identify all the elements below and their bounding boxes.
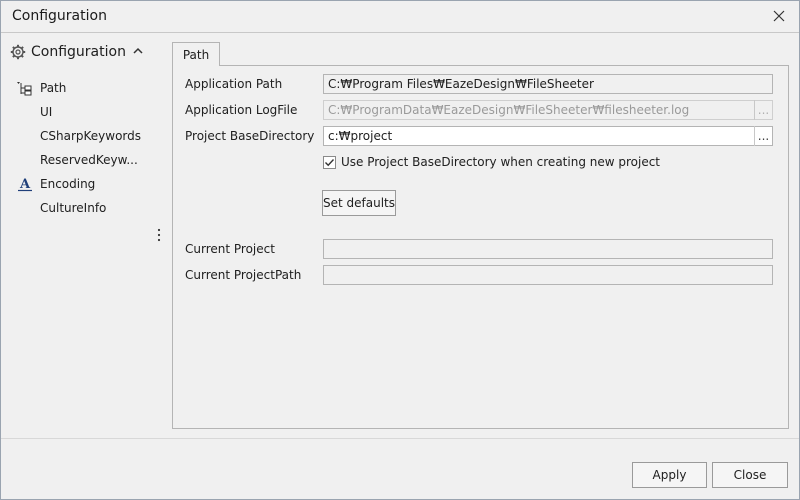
- sidebar-item-label: Path: [40, 81, 67, 95]
- chevron-up-icon[interactable]: [131, 44, 145, 58]
- sidebar-item-path[interactable]: Path: [15, 78, 155, 98]
- footer-separator: [1, 438, 799, 439]
- sidebar-item-cultureinfo[interactable]: CultureInfo: [15, 198, 155, 218]
- sidebar-header-label: Configuration: [31, 44, 126, 60]
- more-vertical-icon[interactable]: [156, 227, 162, 243]
- application-logfile-label: Application LogFile: [185, 103, 298, 117]
- current-projectpath-field[interactable]: [323, 265, 773, 285]
- title-bar: Configuration: [1, 1, 799, 32]
- checkmark-icon: [325, 158, 335, 166]
- close-button[interactable]: Close: [712, 462, 788, 488]
- window-title: Configuration: [12, 8, 107, 24]
- sidebar-item-label: UI: [40, 105, 53, 119]
- sidebar-item-label: Encoding: [40, 177, 96, 191]
- svg-text:A: A: [19, 177, 31, 192]
- sidebar-item-label: ReservedKeyw...: [40, 153, 138, 167]
- sidebar-group-header[interactable]: Configuration: [10, 42, 155, 62]
- sidebar-item-ui[interactable]: UI: [15, 102, 155, 122]
- gear-icon: [10, 44, 26, 60]
- sidebar-item-encoding[interactable]: A Encoding: [15, 174, 155, 194]
- checkbox-box[interactable]: [323, 155, 336, 169]
- set-defaults-button[interactable]: Set defaults: [322, 190, 396, 216]
- application-logfile-browse-button[interactable]: ...: [754, 100, 772, 120]
- use-basedirectory-label: Use Project BaseDirectory when creating …: [341, 155, 661, 169]
- current-project-label: Current Project: [185, 242, 275, 256]
- sidebar-item-label: CultureInfo: [40, 201, 107, 215]
- project-basedirectory-field[interactable]: c:₩project: [323, 126, 773, 146]
- sidebar-item-csharpkeywords[interactable]: CSharpKeywords: [15, 126, 155, 146]
- tab-path[interactable]: Path: [172, 42, 220, 66]
- use-basedirectory-checkbox[interactable]: Use Project BaseDirectory when creating …: [323, 154, 660, 170]
- application-path-label: Application Path: [185, 77, 283, 91]
- close-window-button[interactable]: [767, 5, 791, 27]
- sidebar-item-reservedkeywords[interactable]: ReservedKeyw...: [15, 150, 155, 170]
- current-projectpath-label: Current ProjectPath: [185, 268, 302, 282]
- sidebar-item-label: CSharpKeywords: [40, 129, 142, 143]
- font-a-icon: A: [18, 177, 32, 192]
- project-basedirectory-label: Project BaseDirectory: [185, 129, 315, 143]
- path-tree-icon: [17, 82, 32, 96]
- configuration-window: Configuration Configuration Path UI CSha…: [0, 0, 800, 500]
- project-basedirectory-browse-button[interactable]: ...: [754, 126, 772, 146]
- sidebar: Configuration Path UI CSharpKeywords Res…: [1, 33, 166, 438]
- application-path-field[interactable]: C:₩Program Files₩EazeDesign₩FileSheeter: [323, 74, 773, 94]
- apply-button[interactable]: Apply: [632, 462, 707, 488]
- close-icon: [773, 10, 785, 22]
- application-logfile-field[interactable]: C:₩ProgramData₩EazeDesign₩FileSheeter₩fi…: [323, 100, 773, 120]
- current-project-field[interactable]: [323, 239, 773, 259]
